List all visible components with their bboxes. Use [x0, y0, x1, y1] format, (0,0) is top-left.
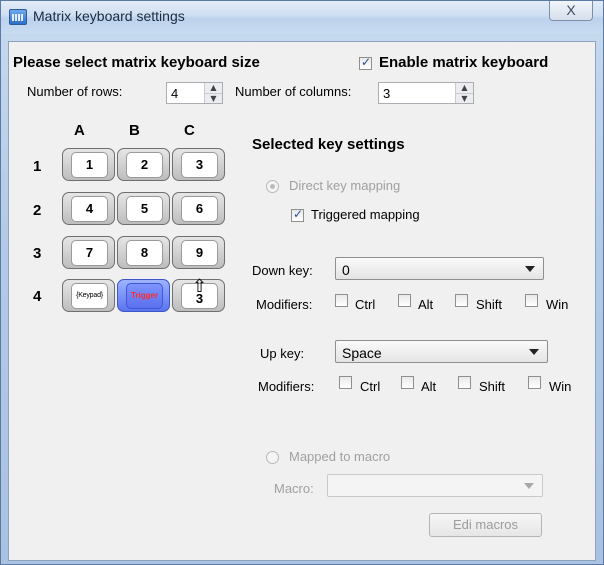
edit-macros-button[interactable]: Edi macros	[429, 513, 542, 537]
rows-value: 4	[171, 86, 179, 101]
rows-spinner[interactable]: 4 ▲ ▼	[166, 82, 223, 104]
rows-label: Number of rows:	[27, 84, 123, 99]
column-header-a: A	[74, 122, 85, 139]
matrix-key-a2[interactable]: 4	[62, 192, 115, 225]
matrix-key-b1[interactable]: 2	[117, 148, 170, 181]
title-bar[interactable]: Matrix keyboard settings X	[1, 1, 603, 33]
down-ctrl-checkbox[interactable]	[335, 294, 348, 307]
window-title: Matrix keyboard settings	[33, 8, 185, 24]
down-shift-label: Shift	[476, 297, 503, 312]
down-alt-checkbox[interactable]	[398, 294, 411, 307]
cols-up-arrow-icon[interactable]: ▲	[456, 83, 473, 93]
up-key-value: Space	[342, 345, 382, 361]
macro-mapping-label: Mapped to macro	[289, 449, 391, 464]
triggered-mapping-label: Triggered mapping	[311, 207, 420, 222]
triggered-mapping-checkbox[interactable]	[291, 207, 304, 222]
dropdown-arrow-icon	[524, 483, 534, 489]
direct-mapping-label: Direct key mapping	[289, 178, 401, 193]
matrix-key-c3[interactable]: 9	[172, 236, 225, 269]
down-modifiers-label: Modifiers:	[256, 297, 313, 312]
down-win-checkbox[interactable]	[525, 294, 538, 307]
up-key-label: Up key:	[260, 346, 305, 361]
matrix-key-b4-trigger[interactable]: Trigger	[117, 279, 170, 312]
matrix-key-a3[interactable]: 7	[62, 236, 115, 269]
matrix-key-b3[interactable]: 8	[117, 236, 170, 269]
rows-down-arrow-icon[interactable]: ▼	[205, 93, 222, 103]
matrix-key-b2[interactable]: 5	[117, 192, 170, 225]
column-header-b: B	[129, 122, 140, 139]
up-ctrl-label: Ctrl	[360, 379, 381, 394]
matrix-key-c2[interactable]: 6	[172, 192, 225, 225]
up-modifiers-label: Modifiers:	[258, 379, 315, 394]
macro-select[interactable]	[327, 474, 543, 497]
down-key-select[interactable]: 0	[335, 257, 544, 280]
down-alt-label: Alt	[418, 297, 434, 312]
row-header-4: 4	[33, 288, 42, 305]
size-heading: Please select matrix keyboard size	[13, 54, 260, 71]
keyboard-icon	[9, 9, 27, 25]
up-win-checkbox[interactable]	[528, 376, 541, 389]
macro-label: Macro:	[274, 481, 314, 496]
up-alt-checkbox[interactable]	[401, 376, 414, 389]
down-ctrl-label: Ctrl	[355, 297, 376, 312]
matrix-key-a1[interactable]: 1	[62, 148, 115, 181]
enable-matrix-checkbox[interactable]	[359, 55, 372, 70]
row-header-3: 3	[33, 245, 42, 262]
cols-spinner[interactable]: 3 ▲ ▼	[378, 82, 474, 104]
up-alt-label: Alt	[421, 379, 437, 394]
dialog-window: Matrix keyboard settings X Please select…	[0, 0, 604, 565]
down-shift-checkbox[interactable]	[455, 294, 468, 307]
cols-value: 3	[383, 86, 391, 101]
dropdown-arrow-icon	[529, 349, 539, 355]
up-ctrl-checkbox[interactable]	[339, 376, 352, 389]
enable-matrix-label: Enable matrix keyboard	[379, 54, 549, 71]
direct-mapping-radio[interactable]	[266, 180, 279, 193]
column-header-c: C	[184, 122, 195, 139]
down-win-label: Win	[546, 297, 569, 312]
row-header-2: 2	[33, 202, 42, 219]
dropdown-arrow-icon	[525, 266, 535, 272]
up-shift-label: Shift	[479, 379, 506, 394]
cols-label: Number of columns:	[235, 84, 352, 99]
cols-down-arrow-icon[interactable]: ▼	[456, 93, 473, 103]
up-win-label: Win	[549, 379, 572, 394]
down-key-value: 0	[342, 262, 350, 278]
up-shift-checkbox[interactable]	[458, 376, 471, 389]
key-settings-heading: Selected key settings	[252, 136, 405, 153]
macro-mapping-radio[interactable]	[266, 451, 279, 464]
down-key-label: Down key:	[252, 263, 313, 278]
close-button[interactable]: X	[549, 1, 593, 21]
row-header-1: 1	[33, 158, 42, 175]
up-key-select[interactable]: Space	[335, 340, 548, 363]
matrix-key-a4[interactable]: {Keypad}	[62, 279, 115, 312]
hand-pointer-cursor-icon: ⇧	[192, 276, 208, 297]
matrix-key-c1[interactable]: 3	[172, 148, 225, 181]
dialog-content: Please select matrix keyboard size Enabl…	[8, 41, 596, 561]
rows-up-arrow-icon[interactable]: ▲	[205, 83, 222, 93]
